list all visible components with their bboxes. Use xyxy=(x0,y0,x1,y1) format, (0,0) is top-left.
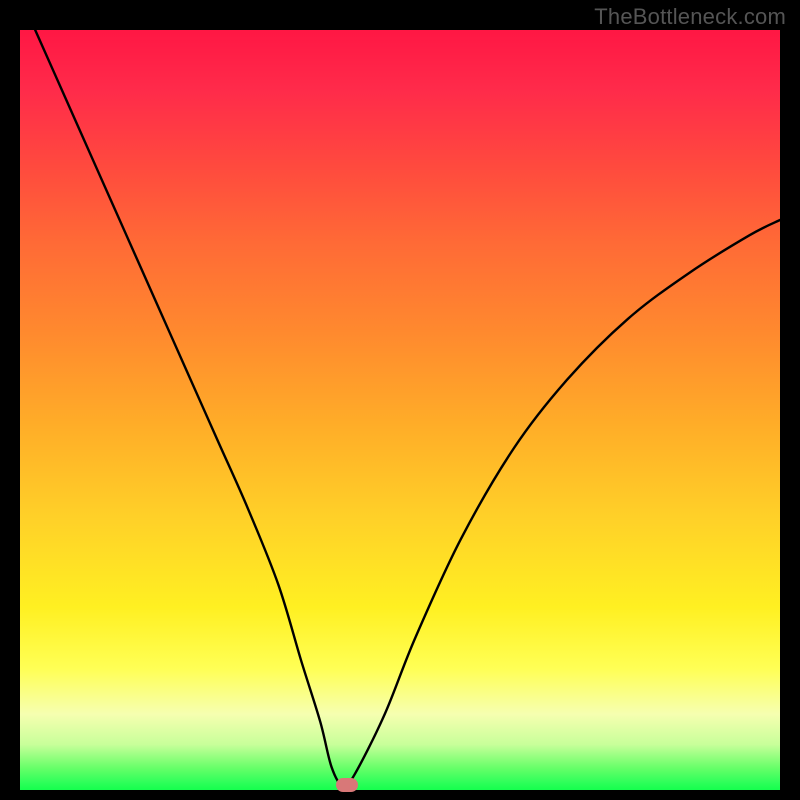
background-gradient xyxy=(20,30,780,790)
chart-plot-area xyxy=(20,30,780,790)
attribution-text: TheBottleneck.com xyxy=(594,4,786,30)
